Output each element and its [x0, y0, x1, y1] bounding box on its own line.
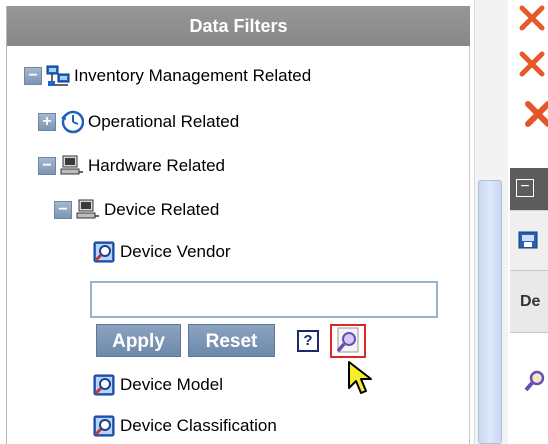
panel-title: Data Filters	[7, 6, 470, 46]
tree-node-label: Operational Related	[88, 112, 240, 131]
tree-node-label: Hardware Related	[88, 156, 226, 175]
collapse-toggle[interactable]: −	[54, 201, 72, 219]
computer-icon	[76, 199, 99, 219]
tree-node-device[interactable]: − Device Related	[54, 196, 219, 224]
mouse-cursor-icon	[348, 361, 372, 394]
report-lookup-icon	[336, 327, 359, 353]
app-root: Data Filters − Inventory Management Rela…	[0, 0, 548, 444]
report-lookup-icon	[93, 374, 115, 396]
tree-node-label: Device Related	[104, 200, 220, 219]
scrollbar-thumb[interactable]	[478, 180, 502, 444]
tree-node-label: Inventory Management Related	[74, 66, 312, 85]
tree-node-hardware[interactable]: − Hardware Related	[38, 152, 225, 180]
tree-leaf-label: Device Vendor	[120, 242, 231, 261]
delete-x-icon[interactable]	[518, 4, 546, 32]
collapse-toggle[interactable]: −	[38, 157, 56, 175]
tree-leaf-label: Device Classification	[120, 416, 277, 435]
apply-button[interactable]: Apply	[96, 324, 181, 357]
collapse-button[interactable]: −	[516, 179, 534, 197]
help-button[interactable]: ?	[297, 330, 319, 352]
export-icon[interactable]	[518, 229, 540, 251]
delete-x-icon[interactable]	[518, 50, 546, 78]
network-icon	[46, 65, 70, 86]
tree-leaf-label: Device Model	[120, 375, 223, 394]
search-icon[interactable]	[524, 369, 546, 393]
report-lookup-icon	[93, 415, 115, 437]
tree-leaf-device-model[interactable]: Device Model	[92, 371, 223, 399]
right-panel-row	[510, 332, 548, 444]
vendor-filter-input[interactable]	[90, 281, 438, 318]
right-panel-header: −	[510, 168, 548, 210]
tree-node-operational[interactable]: + Operational Related	[38, 108, 239, 136]
right-panel-column-header[interactable]: De	[510, 270, 548, 333]
tree-node-inventory-management[interactable]: − Inventory Management Related	[24, 62, 311, 90]
expand-toggle[interactable]: +	[38, 113, 56, 131]
computer-icon	[60, 155, 83, 175]
delete-x-icon[interactable]	[524, 100, 548, 128]
column-header-label: De	[520, 293, 541, 310]
lookup-button[interactable]	[330, 324, 366, 358]
tree-leaf-device-vendor[interactable]: Device Vendor	[92, 238, 231, 266]
reset-button[interactable]: Reset	[188, 324, 275, 357]
report-lookup-icon	[93, 241, 115, 263]
collapse-toggle[interactable]: −	[24, 67, 42, 85]
clock-icon	[61, 110, 84, 134]
right-panel-toolbar	[510, 210, 548, 271]
tree-leaf-device-classification[interactable]: Device Classification	[92, 412, 277, 440]
